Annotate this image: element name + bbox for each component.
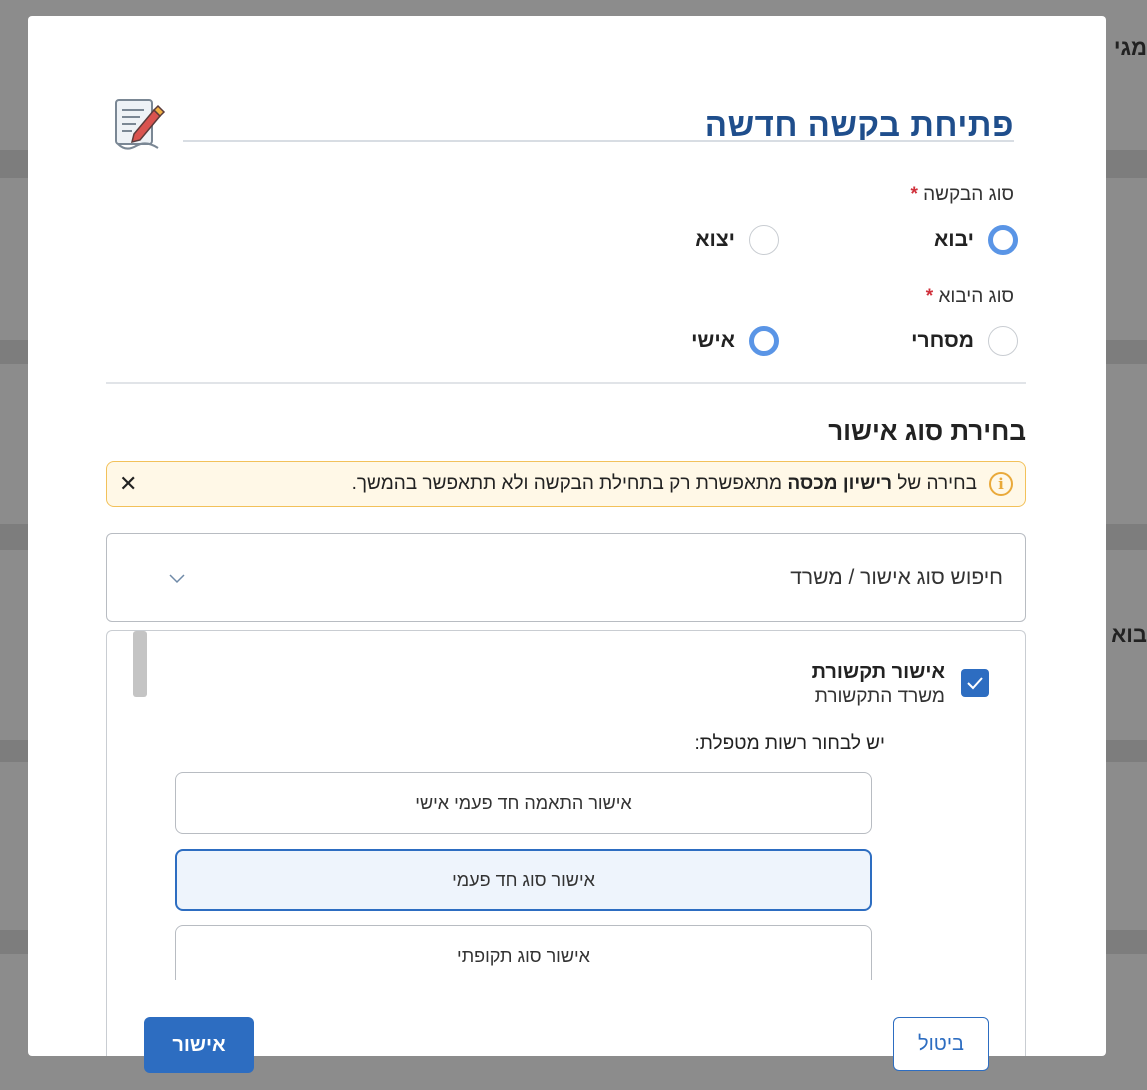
section-divider (106, 382, 1026, 384)
confirm-button[interactable]: אישור (144, 1017, 254, 1073)
title-divider (183, 140, 1014, 142)
info-icon: i (989, 472, 1013, 496)
warning-text: בחירה של רישיון מכסה מתאפשרת רק בתחילת ה… (352, 473, 977, 495)
cancel-button[interactable]: ביטול (893, 1017, 989, 1071)
checkbox-checked[interactable] (961, 669, 989, 697)
authority-label: יש לבחור רשות מטפלת: (694, 733, 885, 754)
radio-circle[interactable] (988, 225, 1018, 255)
modal-footer: ביטול אישור (106, 980, 1026, 1073)
import-type-label-text: סוג היבוא (938, 286, 1014, 307)
search-placeholder: חיפוש סוג אישור / משרד (790, 565, 1003, 589)
radio-label: מסחרי (911, 329, 974, 352)
modal-title: פתיחת בקשה חדשה (704, 106, 1014, 143)
radio-import[interactable]: יבוא (934, 225, 1018, 255)
background-heading: בוא (1111, 622, 1147, 647)
radio-circle[interactable] (749, 225, 779, 255)
item-name: אישור תקשורת (811, 661, 945, 683)
radio-personal[interactable]: אישי (691, 326, 779, 356)
radio-commercial[interactable]: מסחרי (911, 326, 1018, 356)
request-type-label-text: סוג הבקשה (923, 184, 1014, 205)
item-office: משרד התקשורת (814, 686, 945, 707)
required-mark: * (925, 286, 934, 307)
radio-circle[interactable] (749, 326, 779, 356)
warning-prefix: בחירה של (897, 473, 977, 494)
approval-section-title: בחירת סוג אישור (828, 416, 1026, 446)
radio-circle[interactable] (988, 326, 1018, 356)
warning-suffix: מתאפשרת רק בתחילת הבקשה ולא תתאפשר בהמשך… (351, 473, 783, 494)
authority-option[interactable]: אישור סוג תקופתי (175, 925, 872, 980)
checkmark-icon (967, 677, 983, 690)
import-type-label: סוג היבוא * (920, 286, 1014, 308)
radio-label: יבוא (933, 228, 974, 251)
background-heading: מגי (1113, 35, 1147, 60)
close-warning-icon[interactable]: ✕ (119, 472, 137, 497)
chevron-down-icon[interactable] (169, 570, 185, 586)
approval-search-select[interactable]: חיפוש סוג אישור / משרד (106, 533, 1026, 622)
radio-label: אישי (691, 329, 735, 352)
request-type-label: סוג הבקשה * (904, 184, 1014, 206)
list-item-communication-approval[interactable]: אישור תקשורת משרד התקשורת (812, 661, 989, 708)
new-request-modal: פתיחת בקשה חדשה סוג הבקשה * יבוא יצוא סו… (28, 16, 1106, 1073)
required-mark: * (910, 184, 918, 205)
approval-list-panel: אישור תקשורת משרד התקשורת יש לבחור רשות … (106, 630, 1026, 980)
warning-bold: רישיון מכסה (787, 473, 893, 494)
warning-banner: i בחירה של רישיון מכסה מתאפשרת רק בתחילת… (106, 461, 1026, 507)
radio-label: יצוא (695, 228, 735, 251)
radio-export[interactable]: יצוא (695, 225, 779, 255)
scrollbar-thumb[interactable] (133, 631, 147, 697)
document-edit-icon (115, 99, 166, 150)
authority-option[interactable]: אישור התאמה חד פעמי אישי (175, 772, 872, 834)
authority-option-selected[interactable]: אישור סוג חד פעמי (175, 849, 872, 911)
